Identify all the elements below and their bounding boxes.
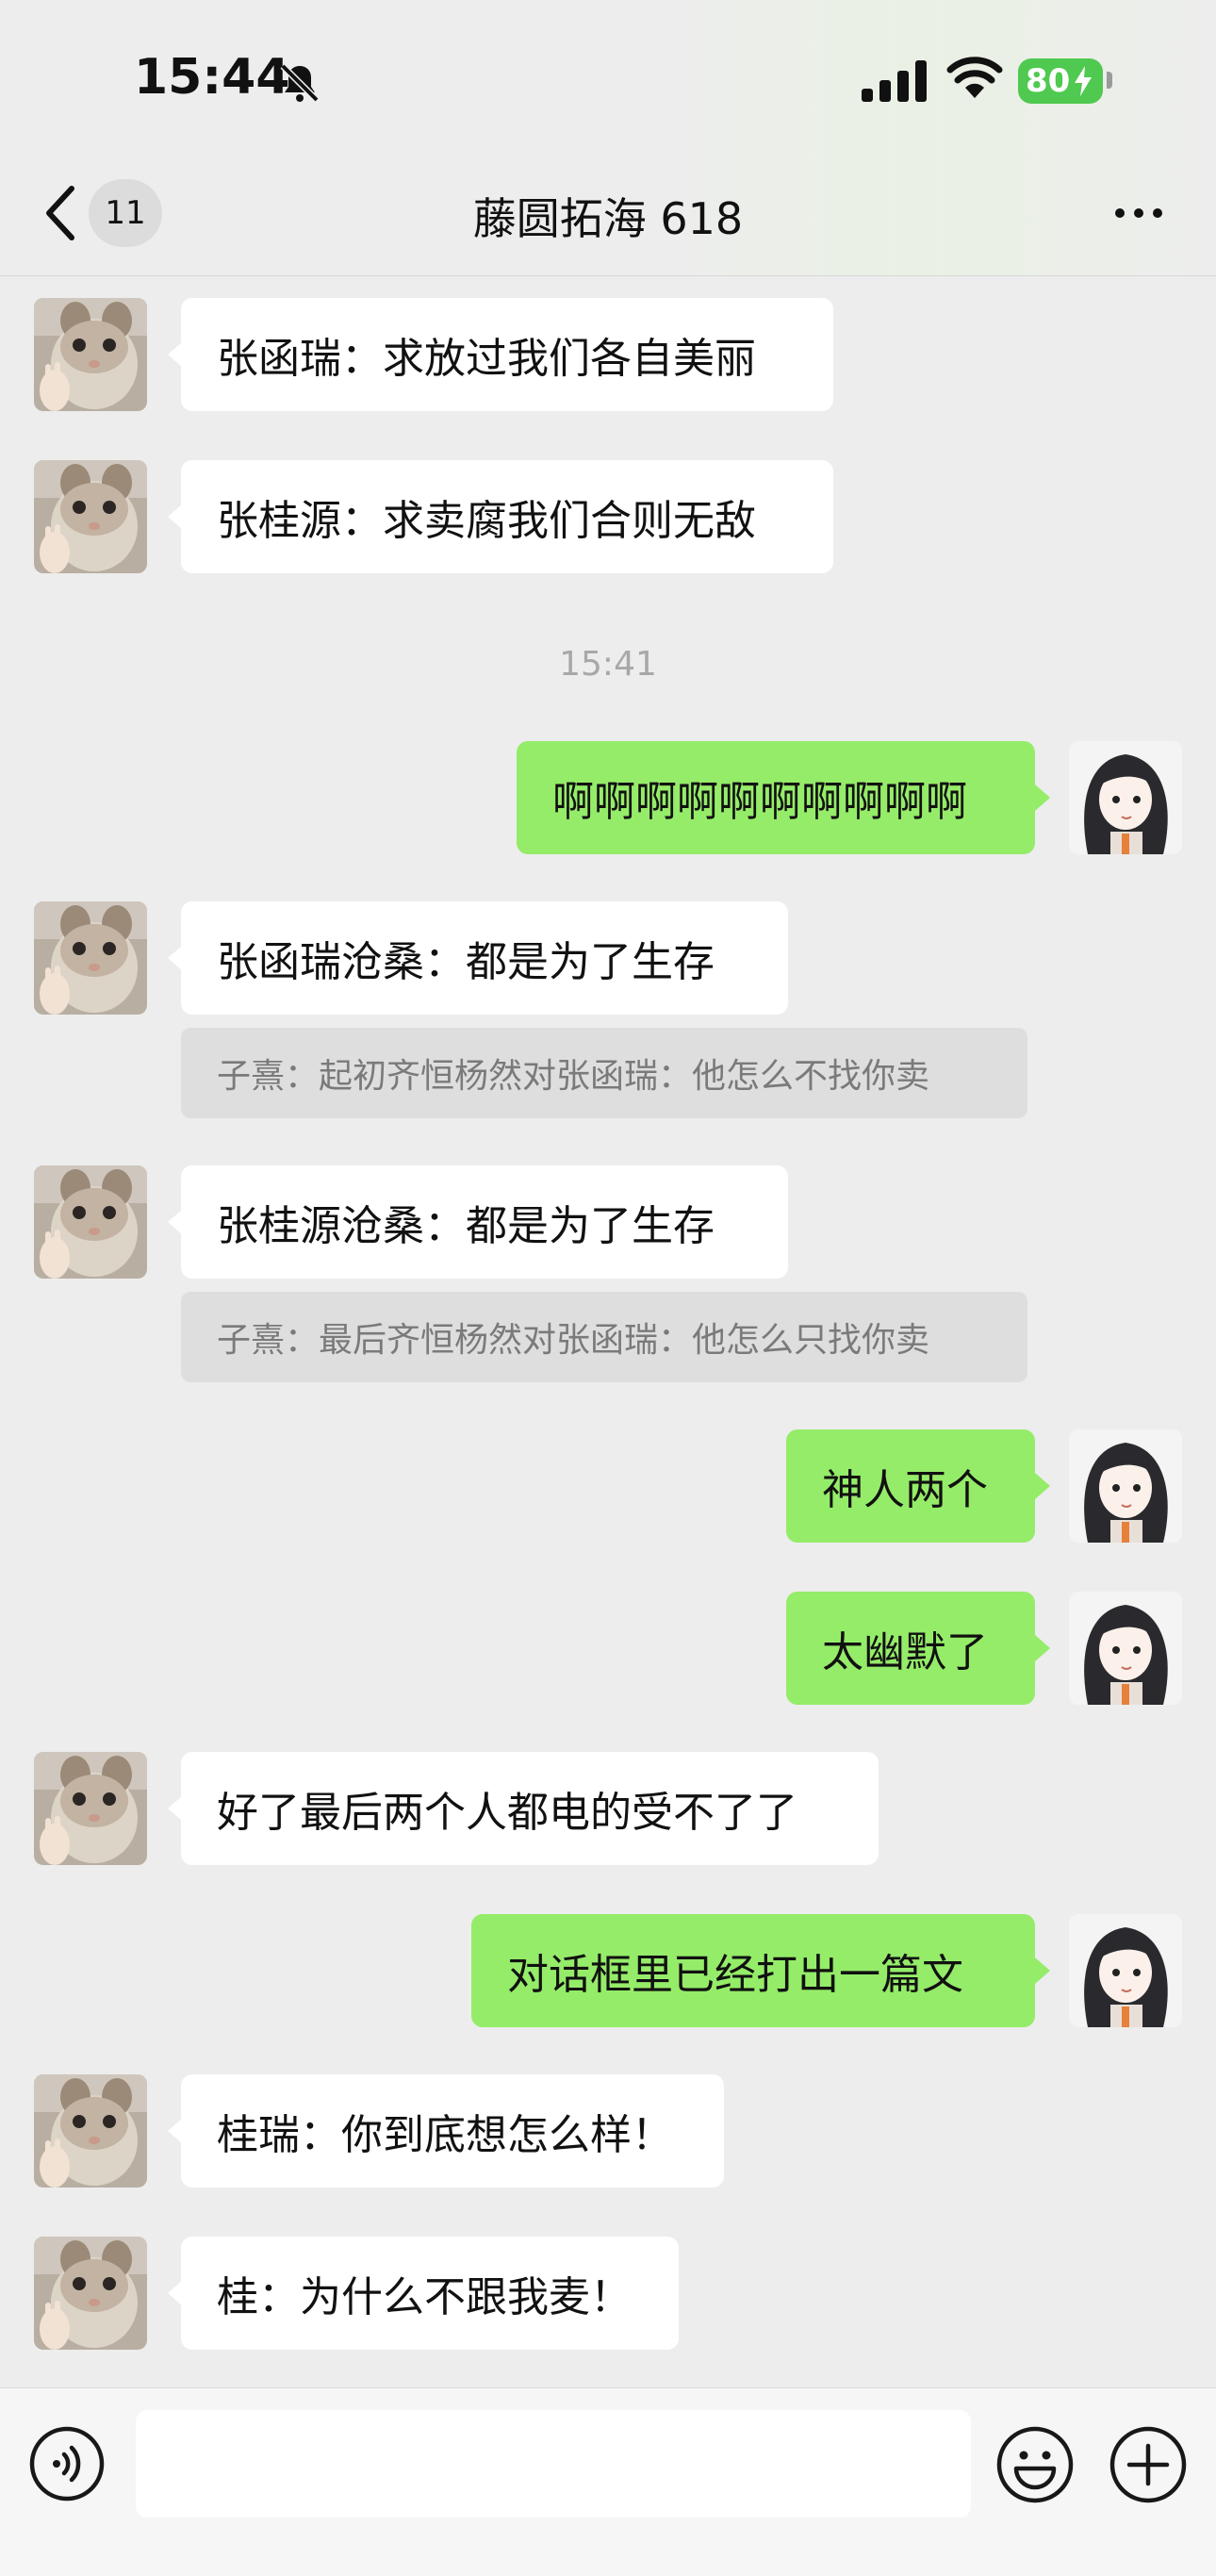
bubble-tail [1035,784,1050,811]
message-bubble-received[interactable]: 张桂源：求卖腐我们合则无敌 [181,460,833,573]
voice-icon[interactable] [28,2425,106,2502]
emoji-icon[interactable] [995,2425,1075,2504]
bell-muted-icon [280,63,320,103]
message-bubble-sent[interactable]: 对话框里已经打出一篇文 [471,1914,1035,2027]
my-avatar[interactable] [1069,1914,1182,2027]
bubble-tail [1035,1473,1050,1499]
sender-avatar[interactable] [34,1165,147,1279]
message-input[interactable] [136,2410,971,2518]
bubble-tail [1035,1635,1050,1661]
plus-icon[interactable] [1109,2425,1188,2504]
chat-title: 藤圆拓海 618 [472,193,744,244]
battery-level: 80 [1026,62,1071,100]
quoted-message[interactable]: 子熹：最后齐恒杨然对张函瑞：他怎么只找你卖 [181,1292,1027,1382]
charging-bolt-icon [1075,66,1092,96]
message-bubble-sent[interactable]: 啊啊啊啊啊啊啊啊啊啊 [517,741,1035,854]
message-bubble-received[interactable]: 张桂源沧桑：都是为了生存 [181,1165,788,1279]
sender-avatar[interactable] [34,2074,147,2188]
message-bubble-received[interactable]: 桂：为什么不跟我麦！ [181,2237,679,2350]
message-bubble-received[interactable]: 张函瑞沧桑：都是为了生存 [181,901,788,1015]
bubble-tail [1035,1957,1050,1984]
sender-avatar[interactable] [34,298,147,411]
message-bubble-received[interactable]: 好了最后两个人都电的受不了了 [181,1752,879,1865]
message-bubble-received[interactable]: 桂瑞：你到底想怎么样！ [181,2074,724,2188]
my-avatar[interactable] [1069,741,1182,854]
sender-avatar[interactable] [34,2237,147,2350]
battery-cap [1107,72,1112,89]
battery-icon: 80 [1018,58,1103,104]
my-avatar[interactable] [1069,1429,1182,1543]
sender-avatar[interactable] [34,901,147,1015]
wifi-icon [946,57,1003,98]
more-icon[interactable] [1112,206,1165,221]
timestamp: 15:41 [559,645,657,684]
sender-avatar[interactable] [34,460,147,573]
message-bubble-sent[interactable]: 神人两个 [786,1429,1035,1543]
signal-icon [862,60,927,102]
status-time: 15:44 [134,49,290,106]
message-bubble-received[interactable]: 张函瑞：求放过我们各自美丽 [181,298,833,411]
chat-screen: 15:44 80 11 藤圆拓海 618 张函瑞：求放过我们各自美丽 张桂源：求… [0,0,1216,2576]
quoted-message[interactable]: 子熹：起初齐恒杨然对张函瑞：他怎么不找你卖 [181,1028,1027,1118]
my-avatar[interactable] [1069,1592,1182,1705]
message-bubble-sent[interactable]: 太幽默了 [786,1592,1035,1705]
sender-avatar[interactable] [34,1752,147,1865]
